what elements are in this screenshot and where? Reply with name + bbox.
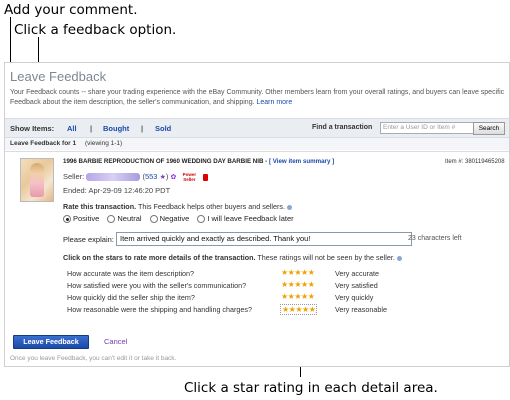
item-title-text: 1996 BARBIE REPRODUCTION OF 1960 WEDDING…	[63, 158, 268, 165]
ended-date: Ended: Apr-29-09 12:46:20 PDT	[63, 186, 171, 195]
info-icon[interactable]	[287, 204, 292, 210]
search-button[interactable]: Search	[473, 122, 505, 135]
option-negative[interactable]: Negative	[149, 214, 190, 224]
star-rating-shipping-charges[interactable]: ★★★★★	[280, 304, 318, 315]
option-neutral[interactable]: Neutral	[107, 214, 142, 224]
radio-later[interactable]	[197, 215, 206, 224]
item-feedback-box: 1996 BARBIE REPRODUCTION OF 1960 WEDDING…	[5, 151, 509, 330]
seller-label: Seller:	[63, 172, 85, 181]
characters-left: 23 characters left	[408, 235, 462, 242]
detailed-ratings-header: Click on the stars to rate more details …	[63, 253, 402, 262]
callout-add-comment: Add your comment.	[4, 2, 138, 18]
info-icon[interactable]	[396, 255, 402, 261]
question-shipping-speed: How quickly did the seller ship the item…	[67, 293, 195, 302]
seller-info: Seller: (553 ★) ✿ Power Seller	[63, 172, 208, 182]
page-title: Leave Feedback	[10, 69, 107, 84]
star-icon: ★	[159, 174, 166, 181]
rating-value-shipping-speed: Very quickly	[335, 293, 374, 302]
radio-neutral[interactable]	[107, 215, 116, 224]
filter-separator: |	[141, 124, 144, 133]
show-items-label: Show Items:	[10, 124, 55, 133]
feedback-options: Positive Neutral Negative I will leave F…	[63, 214, 300, 224]
filter-bar: Show Items: All | Bought | Sold Find a t…	[5, 118, 509, 138]
rate-help: This Feedback helps other buyers and sel…	[137, 202, 285, 211]
filter-bought-link[interactable]: Bought	[103, 124, 129, 133]
feedback-panel: Leave Feedback Your Feedback counts -- s…	[4, 62, 510, 367]
power-seller-icon: Power Seller	[182, 172, 197, 183]
rating-value-communication: Very satisfied	[335, 281, 378, 290]
rate-transaction: Rate this transaction. This Feedback hel…	[63, 202, 292, 211]
star-rating-shipping-speed[interactable]: ★★★★★	[281, 292, 315, 301]
question-communication: How satisfied were you with the seller's…	[67, 281, 247, 290]
item-number: Item #: 380119465208	[445, 159, 505, 165]
question-shipping-charges: How reasonable were the shipping and han…	[67, 305, 253, 314]
me-page-icon[interactable]	[202, 173, 208, 181]
filter-separator: |	[90, 124, 93, 133]
option-later-label: I will leave Feedback later	[207, 214, 294, 223]
star-rating-description[interactable]: ★★★★★	[281, 268, 315, 277]
question-description: How accurate was the item description?	[67, 269, 195, 278]
medal-icon: ✿	[170, 174, 177, 181]
find-transaction-label: Find a transaction	[312, 124, 373, 131]
rate-label: Rate this transaction.	[63, 202, 137, 211]
option-positive-label: Positive	[73, 214, 100, 223]
item-thumbnail-image[interactable]	[20, 158, 54, 202]
rating-value-shipping-charges: Very reasonable	[335, 305, 387, 314]
option-positive[interactable]: Positive	[63, 214, 100, 224]
detailed-ratings-title: Click on the stars to rate more details …	[63, 253, 256, 262]
radio-positive[interactable]	[63, 215, 71, 224]
feedback-subheader: Leave Feedback for 1 (viewing 1-1)	[5, 138, 509, 150]
star-rating-communication[interactable]: ★★★★★	[281, 280, 315, 289]
doll-image	[30, 163, 44, 197]
rating-value-description: Very accurate	[335, 269, 379, 278]
seller-score-link[interactable]: 553	[145, 172, 158, 181]
intro-text: Your Feedback counts -- share your tradi…	[10, 88, 505, 107]
callout-feedback-option: Click a feedback option.	[14, 22, 177, 38]
subheader-viewing: (viewing 1-1)	[85, 140, 123, 147]
option-negative-label: Negative	[159, 214, 190, 223]
footnote: Once you leave Feedback, you can't edit …	[10, 355, 177, 362]
filter-sold-link[interactable]: Sold	[155, 124, 171, 133]
option-neutral-label: Neutral	[117, 214, 142, 223]
item-title: 1996 BARBIE REPRODUCTION OF 1960 WEDDING…	[63, 158, 334, 165]
radio-negative[interactable]	[149, 215, 158, 224]
leave-feedback-button[interactable]: Leave Feedback	[13, 335, 89, 349]
seller-id-blurred[interactable]	[86, 173, 141, 182]
learn-more-link[interactable]: Learn more	[256, 99, 292, 106]
explain-label: Please explain:	[63, 235, 114, 244]
view-item-summary-link[interactable]: [ View item summary ]	[269, 158, 334, 165]
callout-star-rating: Click a star rating in each detail area.	[184, 380, 438, 396]
feedback-comment-input[interactable]: Item arrived quickly and exactly as desc…	[116, 232, 412, 246]
find-transaction-input[interactable]: Enter a User ID or Item #	[380, 122, 474, 134]
option-later[interactable]: I will leave Feedback later	[197, 214, 294, 224]
filter-all-link[interactable]: All	[67, 124, 77, 133]
cancel-link[interactable]: Cancel	[104, 337, 127, 346]
detailed-ratings-note: These ratings will not be seen by the se…	[257, 253, 395, 262]
subheader-title: Leave Feedback for 1	[10, 140, 77, 147]
